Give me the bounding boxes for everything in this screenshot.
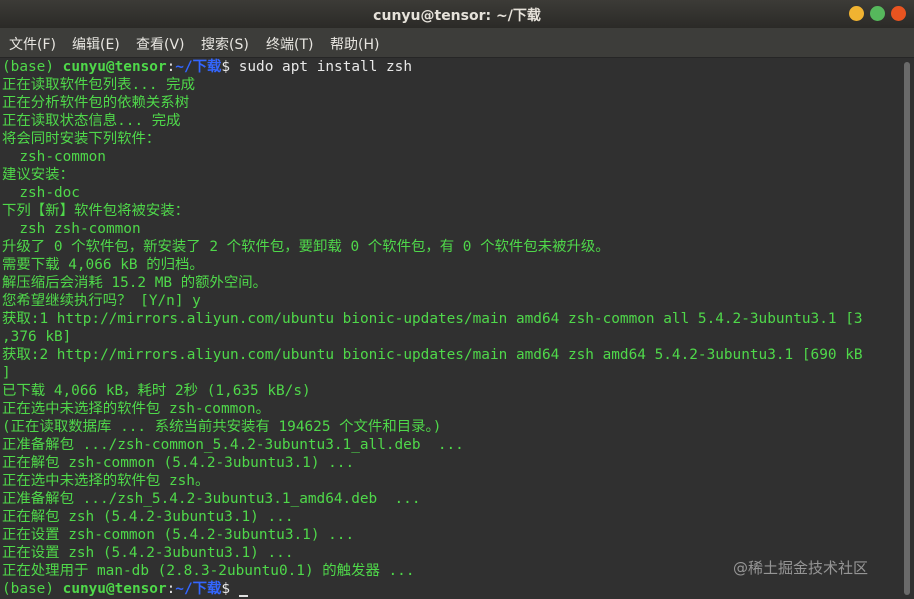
text-cursor xyxy=(238,595,248,597)
output-line: 下列【新】软件包将被安装： xyxy=(2,203,190,219)
output-line: zsh-common xyxy=(2,149,106,165)
prompt-dollar: $ xyxy=(221,581,239,597)
output-line: 正在解包 zsh (5.4.2-3ubuntu3.1) ... xyxy=(2,509,294,525)
output-line: 正在设置 zsh-common (5.4.2-3ubuntu3.1) ... xyxy=(2,527,355,543)
output-line: 升级了 0 个软件包，新安装了 2 个软件包，要卸载 0 个软件包，有 0 个软… xyxy=(2,239,610,255)
output-line: 正在设置 zsh (5.4.2-3ubuntu3.1) ... xyxy=(2,545,294,561)
output-line: 获取:1 http://mirrors.aliyun.com/ubuntu bi… xyxy=(2,311,863,327)
prompt-directory: ~/下载 xyxy=(175,59,222,75)
output-line: (正在读取数据库 ... 系统当前共安装有 194625 个文件和目录。) xyxy=(2,419,442,435)
output-line: 需要下载 4,066 kB 的归档。 xyxy=(2,257,204,273)
scrollbar[interactable] xyxy=(904,62,910,595)
window-title: cunyu@tensor: ~/下载 xyxy=(373,8,541,24)
output-line: 正在读取状态信息... 完成 xyxy=(2,113,181,129)
output-line: 已下载 4,066 kB，耗时 2秒 (1,635 kB/s) xyxy=(2,383,311,399)
output-line: 正在分析软件包的依赖关系树 xyxy=(2,95,190,111)
output-line: zsh-doc xyxy=(2,185,80,201)
typed-command: sudo apt install zsh xyxy=(238,59,413,75)
output-line: ] xyxy=(2,365,11,381)
prompt-user: cunyu@tensor xyxy=(62,581,167,597)
menu-view[interactable]: 查看(V) xyxy=(136,34,185,54)
terminal-output-area[interactable]: (base) cunyu@tensor:~/下载$ sudo apt insta… xyxy=(0,58,900,599)
menu-bar: 文件(F) 编辑(E) 查看(V) 搜索(S) 终端(T) 帮助(H) xyxy=(0,28,914,58)
prompt-line-current: (base) cunyu@tensor:~/下载$ xyxy=(2,580,248,598)
menu-terminal[interactable]: 终端(T) xyxy=(266,34,313,54)
output-line: zsh zsh-common xyxy=(2,221,141,237)
output-line: ,376 kB] xyxy=(2,329,72,345)
menu-file[interactable]: 文件(F) xyxy=(9,34,56,54)
prompt-dollar: $ xyxy=(221,59,239,75)
watermark: @稀土掘金技术社区 xyxy=(733,559,869,577)
close-button[interactable] xyxy=(891,6,906,21)
prompt-env: (base) xyxy=(2,59,63,75)
output-line: 获取:2 http://mirrors.aliyun.com/ubuntu bi… xyxy=(2,347,863,363)
menu-help[interactable]: 帮助(H) xyxy=(330,34,379,54)
maximize-button[interactable] xyxy=(870,6,885,21)
prompt-directory: ~/下载 xyxy=(175,581,222,597)
prompt-line: (base) cunyu@tensor:~/下载$ sudo apt insta… xyxy=(2,58,412,76)
minimize-button[interactable] xyxy=(849,6,864,21)
prompt-env: (base) xyxy=(2,581,63,597)
menu-search[interactable]: 搜索(S) xyxy=(201,34,249,54)
menu-edit[interactable]: 编辑(E) xyxy=(72,34,120,54)
output-line: 将会同时安装下列软件： xyxy=(2,131,161,147)
terminal-window: cunyu@tensor: ~/下载 文件(F) 编辑(E) 查看(V) 搜索(… xyxy=(0,0,914,599)
output-line: 解压缩后会消耗 15.2 MB 的额外空间。 xyxy=(2,275,268,291)
prompt-separator: : xyxy=(166,581,176,597)
output-line: 正在读取软件包列表... 完成 xyxy=(2,77,195,93)
prompt-separator: : xyxy=(166,59,176,75)
title-bar[interactable]: cunyu@tensor: ~/下载 xyxy=(0,0,914,28)
output-line: 正准备解包 .../zsh_5.4.2-3ubuntu3.1_amd64.deb… xyxy=(2,491,421,507)
output-line: 建议安装： xyxy=(2,167,74,183)
output-line: 正准备解包 .../zsh-common_5.4.2-3ubuntu3.1_al… xyxy=(2,437,464,453)
output-line: 正在解包 zsh-common (5.4.2-3ubuntu3.1) ... xyxy=(2,455,355,471)
output-line: 正在选中未选择的软件包 zsh-common。 xyxy=(2,401,270,417)
output-line: 正在处理用于 man-db (2.8.3-2ubuntu0.1) 的触发器 ..… xyxy=(2,563,415,579)
output-line: 正在选中未选择的软件包 zsh。 xyxy=(2,473,210,489)
scrollbar-thumb[interactable] xyxy=(904,62,910,595)
prompt-user: cunyu@tensor xyxy=(62,59,167,75)
output-line: 您希望继续执行吗？ [Y/n] y xyxy=(2,293,201,309)
